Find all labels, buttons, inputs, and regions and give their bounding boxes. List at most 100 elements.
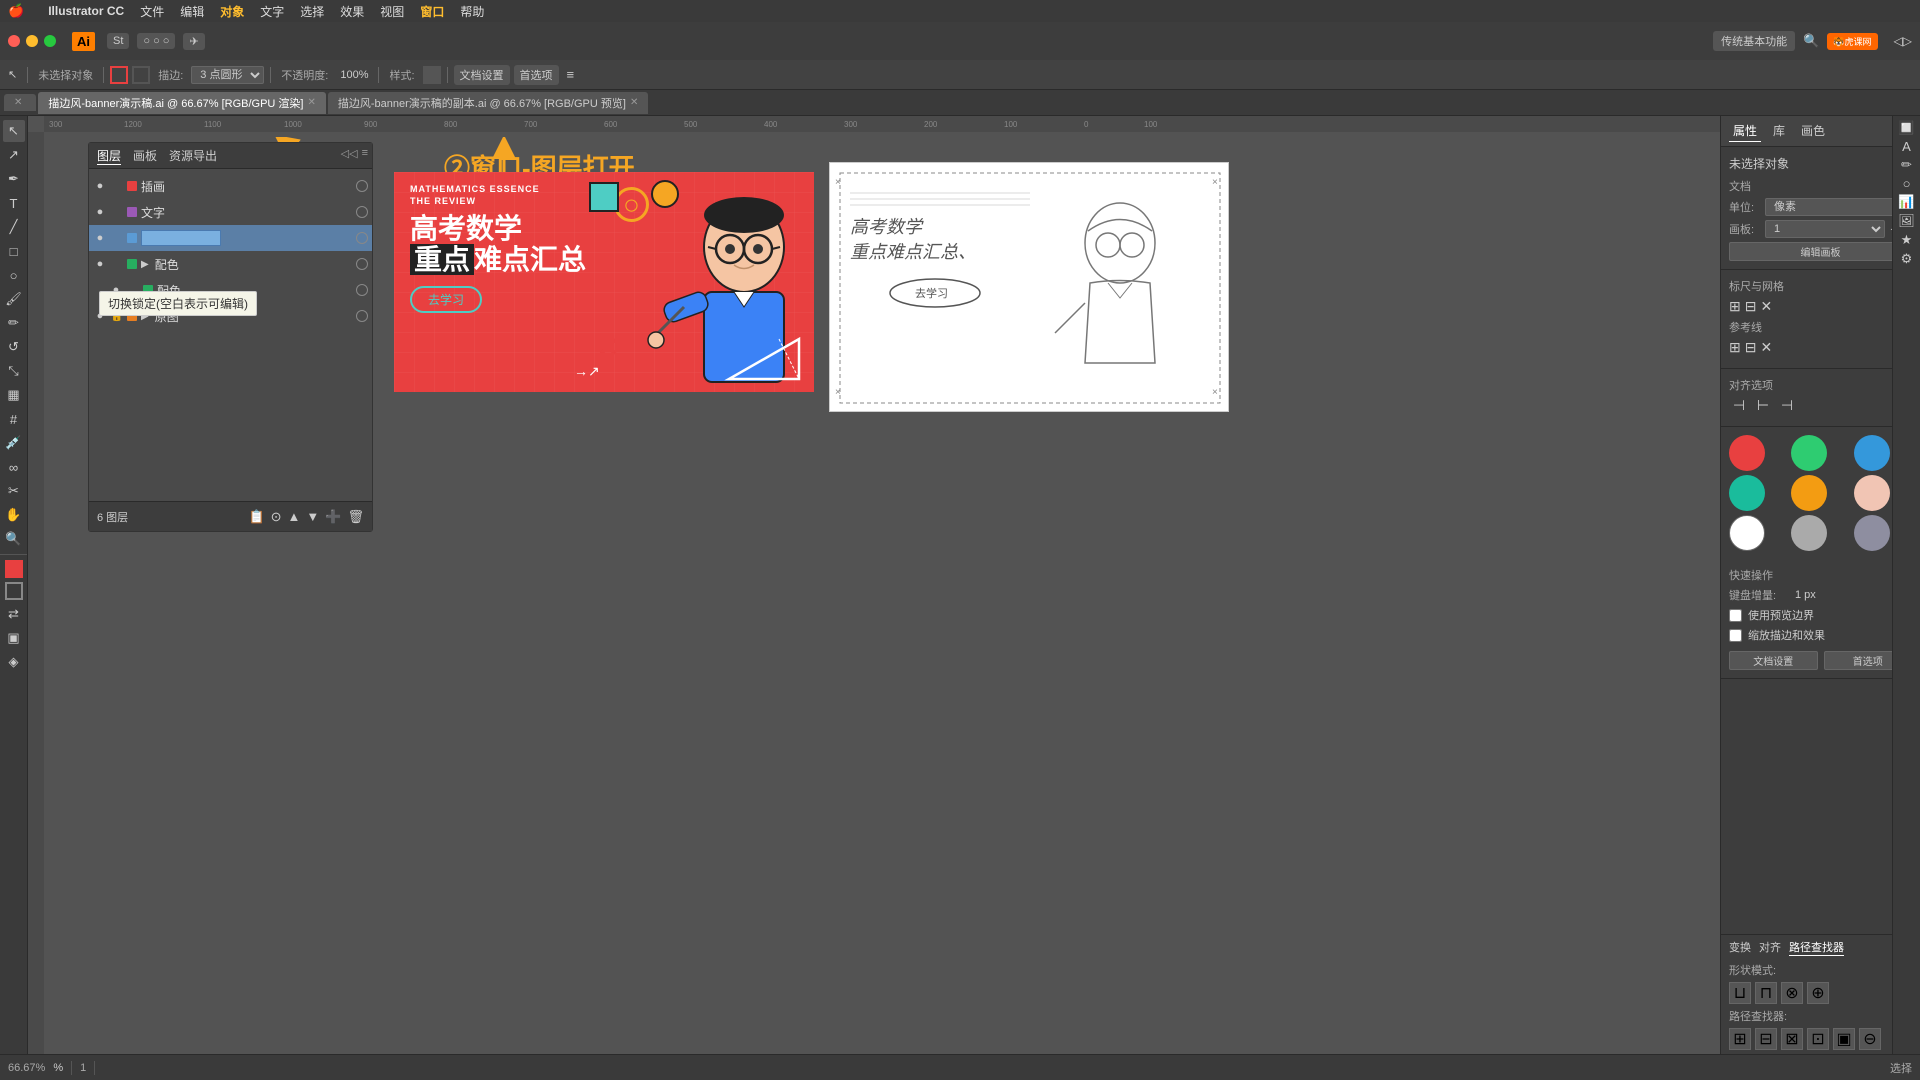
layer-lock-colors2[interactable] (127, 284, 139, 296)
rp-snap-checkbox[interactable] (1729, 609, 1742, 622)
pen-tool[interactable]: ✒ (3, 168, 25, 190)
layer-add-icon[interactable]: 📋 (248, 509, 264, 525)
tab-1-close[interactable]: ✕ (307, 97, 315, 108)
panel-tab-assets[interactable]: 资源导出 (169, 147, 217, 164)
preferences-toolbar-btn[interactable]: 首选项 (514, 65, 559, 85)
rp-icon-effects[interactable]: ★ (1901, 232, 1913, 248)
tab-2[interactable]: 描边风-banner演示稿的副本.ai @ 66.67% [RGB/GPU 预览… (328, 92, 648, 114)
rp-icon-settings[interactable]: ⚙ (1901, 251, 1913, 267)
maximize-button[interactable] (44, 35, 56, 47)
btn-shapes[interactable]: ○ ○ ○ (137, 33, 175, 49)
menu-view[interactable]: 视图 (380, 3, 404, 20)
rp-doc-settings-btn[interactable]: 文档设置 (1729, 651, 1818, 670)
rp-align-center[interactable]: ⊢ (1753, 397, 1773, 414)
tab-2-close[interactable]: ✕ (630, 97, 638, 108)
layer-item-text[interactable]: ● 文字 (89, 199, 372, 225)
swatch-red[interactable] (1729, 435, 1765, 471)
layer-expand-icon-original[interactable]: ▶ (141, 311, 149, 322)
toolbar-collapse-icon[interactable]: ≡ (567, 67, 575, 82)
canvas-content[interactable]: ①对象-锁定 -所选对象 ②窗口-图层打开 图层窗口 (44, 132, 1720, 1054)
layer-item-colors2[interactable]: ● 配色 (89, 277, 372, 303)
eyedropper-tool[interactable]: 💉 (3, 432, 25, 454)
pf-minus-back-btn[interactable]: ⊖ (1859, 1028, 1881, 1050)
rp-bottom-tab-pathfinder[interactable]: 路径查找器 (1789, 939, 1844, 956)
hand-tool[interactable]: ✋ (3, 504, 25, 526)
rp-icon-type[interactable]: A (1902, 139, 1911, 154)
style-swatch[interactable] (423, 66, 441, 84)
layer-lock-illustration[interactable] (111, 180, 123, 192)
rp-scale-checkbox[interactable] (1729, 629, 1742, 642)
gradient-tool[interactable]: ▦ (3, 384, 25, 406)
layer-locate-icon[interactable]: ⊙ (271, 509, 282, 525)
layer-item-original[interactable]: ● 🔒 ▶ 原图 (89, 303, 372, 329)
minimize-button[interactable] (26, 35, 38, 47)
brush-tool[interactable]: 🖌 (3, 288, 25, 310)
swatch-teal[interactable] (1729, 475, 1765, 511)
layer-eye-text[interactable]: ● (93, 205, 107, 219)
zoom-tool[interactable]: 🔍 (3, 528, 25, 550)
direct-select-tool[interactable]: ↗ (3, 144, 25, 166)
menu-help[interactable]: 帮助 (460, 3, 484, 20)
menu-select[interactable]: 选择 (300, 3, 324, 20)
fill-swatch[interactable] (110, 66, 128, 84)
selection-tool[interactable]: ↖ (3, 120, 25, 142)
rp-edit-artboard-btn[interactable]: 编辑画板 (1729, 242, 1912, 261)
rp-grid-icon-1[interactable]: ⊞ (1729, 298, 1741, 315)
layer-item-colors-expanded[interactable]: ● ▶ 配色 (89, 251, 372, 277)
btn-fly[interactable]: ✈ (183, 33, 204, 50)
rp-icon-image[interactable]: 🖼 (1898, 213, 1915, 229)
rect-tool[interactable]: □ (3, 240, 25, 262)
apple-menu[interactable]: 🍎 (8, 3, 24, 19)
menu-window[interactable]: 窗口 (420, 3, 444, 20)
banner-btn[interactable]: 去学习 (410, 286, 482, 313)
menu-object[interactable]: 对象 (220, 3, 244, 20)
app-name[interactable]: Illustrator CC (48, 4, 124, 18)
scissors-tool[interactable]: ✂ (3, 480, 25, 502)
fill-color-btn[interactable] (5, 560, 23, 578)
layer-eye-original[interactable]: ● (93, 309, 107, 323)
layer-item-illustration[interactable]: ● 插画 (89, 173, 372, 199)
shape-minus-btn[interactable]: ⊓ (1755, 982, 1777, 1004)
shape-exclude-btn[interactable]: ⊕ (1807, 982, 1829, 1004)
rp-grid-icon-3[interactable]: ✕ (1760, 298, 1772, 315)
mesh-tool[interactable]: # (3, 408, 25, 430)
draw-mode[interactable]: ◈ (3, 651, 25, 673)
rp-icon-graph[interactable]: 📊 (1898, 194, 1914, 210)
rp-ref-icon-1[interactable]: ⊞ (1729, 339, 1741, 356)
canvas-area[interactable]: 300 1200 1100 1000 900 800 700 600 500 4… (28, 116, 1720, 1054)
rp-ref-icon-2[interactable]: ⊟ (1745, 339, 1757, 356)
panel-menu-btn[interactable]: ≡ (362, 147, 368, 160)
pencil-tool[interactable]: ✏ (3, 312, 25, 334)
stroke-swatch[interactable] (132, 66, 150, 84)
rp-tab-properties[interactable]: 属性 (1729, 120, 1761, 142)
rp-bottom-tab-align[interactable]: 对齐 (1759, 939, 1781, 956)
rp-tab-library[interactable]: 库 (1769, 120, 1789, 142)
layer-lock-editing[interactable] (111, 232, 123, 244)
menu-type[interactable]: 文字 (260, 3, 284, 20)
rp-icon-properties[interactable]: 🔲 (1898, 120, 1914, 136)
swatch-green[interactable] (1791, 435, 1827, 471)
layer-name-editing-input[interactable] (141, 230, 221, 246)
rp-grid-icon-2[interactable]: ⊟ (1745, 298, 1757, 315)
function-label[interactable]: 传统基本功能 (1713, 31, 1795, 51)
layer-eye-illustration[interactable]: ● (93, 179, 107, 193)
btn-st[interactable]: St (107, 33, 129, 49)
rp-align-left[interactable]: ⊣ (1729, 397, 1749, 414)
panel-tab-artboards[interactable]: 画板 (133, 147, 157, 164)
rp-icon-brush[interactable]: ✏ (1901, 157, 1912, 173)
panel-toggle-icon[interactable]: ◁▷ (1894, 34, 1912, 48)
layer-eye-colors1[interactable]: ● (93, 257, 107, 271)
blend-tool[interactable]: ∞ (3, 456, 25, 478)
layer-lock-text[interactable] (111, 206, 123, 218)
pf-divide-btn[interactable]: ⊞ (1729, 1028, 1751, 1050)
pf-crop-btn[interactable]: ⊡ (1807, 1028, 1829, 1050)
swap-colors-icon[interactable]: ⇄ (3, 603, 25, 625)
swatch-orange[interactable] (1791, 475, 1827, 511)
layer-eye-editing[interactable]: ● (93, 231, 107, 245)
rotate-tool[interactable]: ↺ (3, 336, 25, 358)
layer-down-icon[interactable]: ▼ (306, 509, 319, 524)
pf-outline-btn[interactable]: ▣ (1833, 1028, 1855, 1050)
pf-trim-btn[interactable]: ⊟ (1755, 1028, 1777, 1050)
type-tool[interactable]: T (3, 192, 25, 214)
swatch-white[interactable] (1729, 515, 1765, 551)
